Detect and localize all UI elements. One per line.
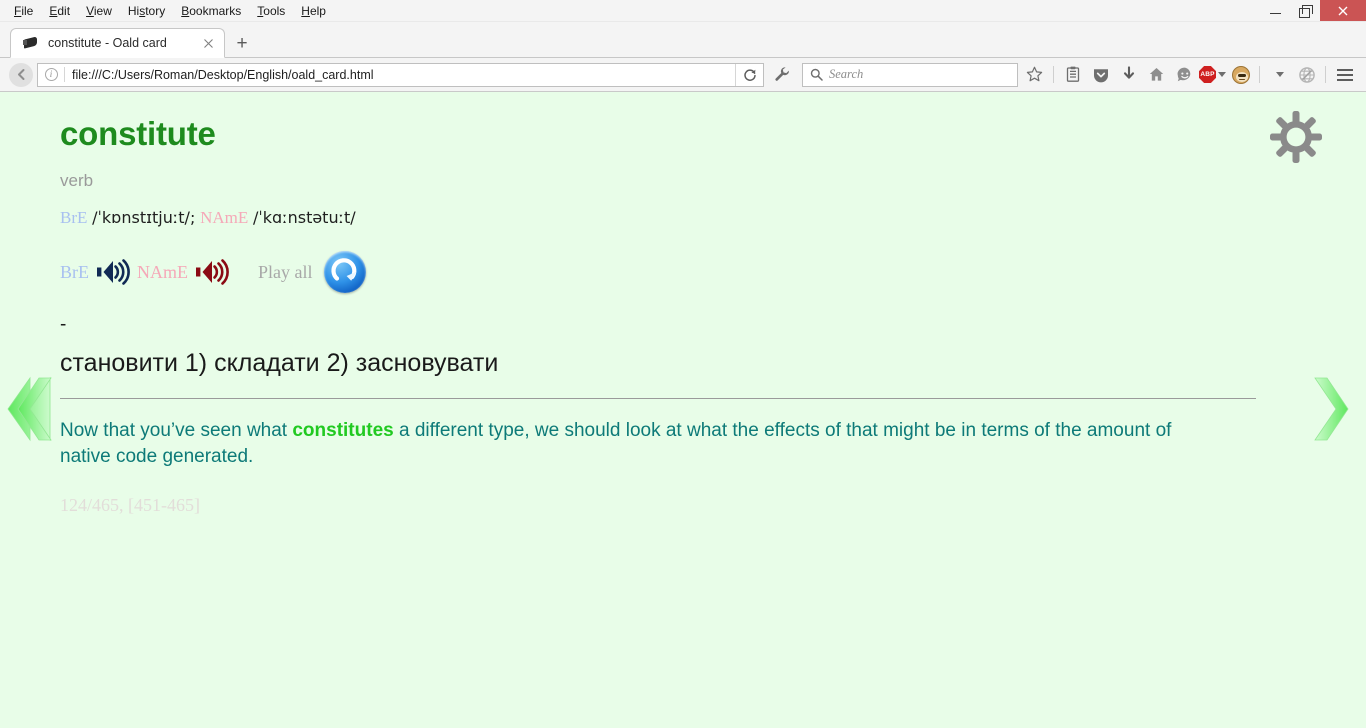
menu-bar: File Edit View History Bookmarks Tools H… xyxy=(0,0,1260,21)
audio-name-label: NAmE xyxy=(137,261,188,282)
menu-bookmarks[interactable]: Bookmarks xyxy=(173,1,249,21)
chevron-down-icon-2 xyxy=(1275,72,1284,77)
new-tab-button[interactable]: + xyxy=(227,28,257,58)
example-highlight: constitutes xyxy=(292,419,394,441)
definition-dash: - xyxy=(60,314,67,336)
globe-pencil-icon xyxy=(1298,66,1315,83)
tab-title: constitute - Oald card xyxy=(48,36,167,50)
pocket-button[interactable] xyxy=(1087,61,1114,88)
restore-button[interactable] xyxy=(1290,0,1320,21)
bre-speaker-button[interactable] xyxy=(96,257,131,287)
page-info-button[interactable]: i xyxy=(38,64,64,86)
chevron-down-icon xyxy=(1218,72,1226,77)
close-icon xyxy=(1338,6,1348,15)
bre-ipa: /ˈkɒnstɪtjuːt/; xyxy=(92,208,196,228)
menu-view[interactable]: View xyxy=(78,1,120,21)
replay-button[interactable] xyxy=(323,251,366,294)
window-titlebar: File Edit View History Bookmarks Tools H… xyxy=(0,0,1366,22)
tab-close-icon[interactable] xyxy=(198,33,218,53)
page-title: constitute xyxy=(60,115,216,152)
bre-label: BrE xyxy=(60,208,88,228)
greasemonkey-button[interactable] xyxy=(1227,61,1254,88)
url-text[interactable]: file:///C:/Users/Roman/Desktop/English/o… xyxy=(65,68,735,82)
settings-gear-button[interactable] xyxy=(1268,109,1324,170)
tab-strip: constitute - Oald card + xyxy=(0,22,1366,58)
menu-tools[interactable]: Tools xyxy=(249,1,293,21)
app-menu-button[interactable] xyxy=(1331,61,1358,88)
minimize-button[interactable] xyxy=(1260,0,1290,21)
gear-icon xyxy=(1270,111,1322,163)
name-ipa: /ˈkɑːnstətuːt/ xyxy=(252,208,356,228)
speaker-icon-bre xyxy=(97,259,130,286)
close-window-button[interactable] xyxy=(1320,0,1366,21)
chat-smiley-button[interactable] xyxy=(1171,61,1198,88)
wrench-icon xyxy=(774,67,789,81)
developer-wrench-button[interactable] xyxy=(769,62,795,88)
audio-bre-label: BrE xyxy=(60,261,89,282)
menu-hamburger-icon xyxy=(1336,68,1353,81)
home-icon xyxy=(1149,68,1164,81)
toolbar-divider-3 xyxy=(1325,66,1326,83)
info-icon: i xyxy=(44,68,58,81)
section-divider xyxy=(60,397,1256,399)
play-all-label: Play all xyxy=(258,261,313,282)
toolbar-divider-2 xyxy=(1259,66,1260,83)
search-bar[interactable]: Search xyxy=(802,62,1018,87)
browser-tab-active[interactable]: constitute - Oald card xyxy=(10,28,225,58)
window-controls xyxy=(1260,0,1366,21)
url-bar[interactable]: i file:///C:/Users/Roman/Desktop/English… xyxy=(37,62,764,87)
example-sentence: Now that you’ve seen what constitutes a … xyxy=(60,418,1210,470)
home-button[interactable] xyxy=(1143,61,1170,88)
greasemonkey-dropdown[interactable] xyxy=(1265,61,1292,88)
navigation-toolbar: i file:///C:/Users/Roman/Desktop/English… xyxy=(0,58,1366,92)
adblock-plus-button[interactable]: ABP xyxy=(1199,61,1226,88)
toolbar-icon-group: ABP xyxy=(1021,61,1358,88)
toolbar-divider xyxy=(1053,66,1054,83)
tab-favicon-icon xyxy=(23,35,39,51)
replay-icon xyxy=(330,258,357,282)
adblock-plus-icon: ABP xyxy=(1199,66,1216,83)
pocket-icon xyxy=(1093,68,1108,82)
dictionary-card: constitute verb BrE /ˈkɒnstɪtjuːt/; NAmE… xyxy=(0,92,1366,516)
audio-controls: BrE NAmE Play all xyxy=(60,251,1306,294)
speaker-icon-name xyxy=(196,259,229,286)
page-viewport: constitute verb BrE /ˈkɒnstɪtjuːt/; NAmE… xyxy=(0,92,1366,728)
reload-button[interactable] xyxy=(735,63,763,86)
search-icon xyxy=(803,64,829,86)
reader-list-button[interactable] xyxy=(1059,61,1086,88)
chat-smiley-icon xyxy=(1177,67,1190,81)
globe-pencil-button[interactable] xyxy=(1293,61,1320,88)
star-icon xyxy=(1026,66,1043,82)
menu-file[interactable]: File xyxy=(6,1,41,21)
example-before: Now that you’ve seen what xyxy=(60,419,293,441)
downloads-button[interactable] xyxy=(1115,61,1142,88)
translation-text: становити 1) складати 2) засновувати xyxy=(60,349,499,378)
bookmark-star-button[interactable] xyxy=(1021,61,1048,88)
download-icon xyxy=(1123,66,1134,79)
reader-list-icon xyxy=(1066,66,1079,82)
name-speaker-button[interactable] xyxy=(195,257,230,287)
menu-edit[interactable]: Edit xyxy=(41,1,78,21)
menu-history[interactable]: History xyxy=(120,1,173,21)
part-of-speech: verb xyxy=(60,171,94,191)
menu-help[interactable]: Help xyxy=(293,1,334,21)
name-label: NAmE xyxy=(200,208,249,228)
greasemonkey-icon xyxy=(1231,65,1250,84)
phonetic-transcription: BrE /ˈkɒnstɪtjuːt/; NAmE /ˈkɑːnstətuːt/ xyxy=(60,207,1306,229)
back-button[interactable] xyxy=(8,62,34,88)
back-arrow-icon xyxy=(9,62,33,87)
card-counter: 124/465, [451-465] xyxy=(60,494,200,515)
search-input[interactable]: Search xyxy=(829,67,863,82)
reload-icon xyxy=(743,68,756,81)
